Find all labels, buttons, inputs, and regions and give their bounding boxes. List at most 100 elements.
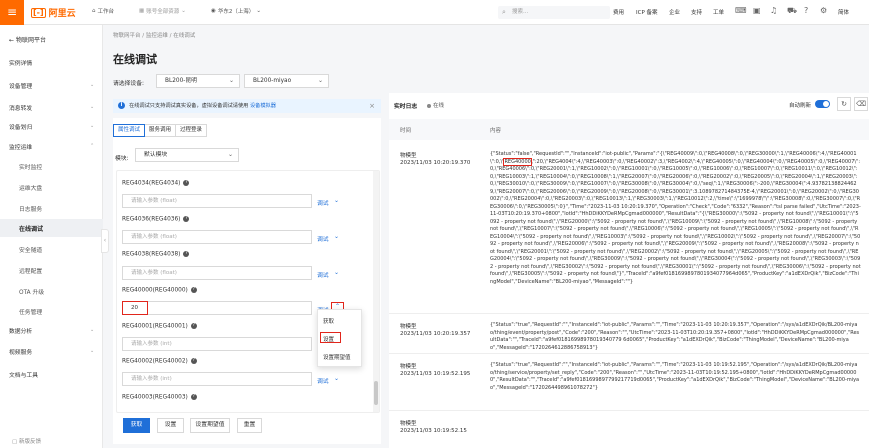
hamburger-menu-icon[interactable]: ≡ [0, 0, 24, 25]
dropdown-item-set-desired[interactable]: 设置期望值 [323, 353, 351, 361]
help-icon[interactable]: ? [190, 358, 197, 364]
terminal-icon[interactable]: ⌨ [735, 6, 747, 15]
sidebar-item-monitor[interactable]: 监控运维 [9, 142, 32, 151]
help-icon[interactable]: ? [183, 216, 190, 222]
screen-icon[interactable]: ▣ [753, 6, 761, 15]
help-icon[interactable]: ? [190, 323, 197, 329]
sidebar-item-debug[interactable]: 在线调试 [0, 219, 103, 237]
sidebar-item-dashboard[interactable]: 运维大盘 [19, 183, 42, 192]
log-content: {"Status":"true","RequestId":"","Instanc… [490, 322, 860, 351]
log-title: 实时日志 [394, 104, 418, 110]
field-input[interactable]: 请输入参数 (float) [122, 266, 312, 280]
region-select[interactable]: ◉ 华东2（上海） ⌄ [211, 7, 261, 15]
field-input[interactable]: 请输入参数 (int) [122, 372, 312, 386]
log-type: 物模型 [400, 364, 417, 370]
field-label: REG4036(REG4036)? [122, 216, 190, 223]
device-select[interactable]: BL200-miyao ⌄ [244, 74, 329, 88]
sidebar-collapse-handle[interactable]: ‹ [101, 229, 109, 253]
sidebar-back-label: 物联网平台 [15, 37, 46, 44]
feedback-icon: ▢ [12, 439, 18, 445]
account-scope-label: 账号全部资源 [146, 9, 180, 15]
help-icon[interactable]: ? [804, 6, 808, 15]
refresh-icon[interactable]: ↻ [837, 97, 851, 111]
log-row: 物模型 2023/11/03 10:20:19.357 {"Status":"t… [389, 314, 869, 354]
chevron-down-icon: ⌄ [317, 77, 323, 84]
debug-panel: 属性调试 服务调用 过程登录 模块: 默认模块 ⌄ REG4034(REG403… [113, 118, 381, 444]
sidebar-item-instance[interactable]: 实例详情 [9, 58, 32, 67]
product-select[interactable]: BL200-昆明 ⌄ [156, 74, 240, 88]
field-debug-action[interactable]: 调试 [317, 270, 329, 279]
sidebar-item-message[interactable]: 消息转发 [9, 103, 32, 112]
field-label-text: REG4036(REG4036) [122, 216, 181, 223]
close-icon[interactable]: × [369, 99, 375, 113]
dropdown-item-get[interactable]: 获取 [323, 317, 334, 325]
sidebar-item-video[interactable]: 视频服务 [9, 347, 32, 356]
chevron-down-icon[interactable]: ⌄ [334, 375, 339, 382]
field-placeholder: 请输入参数 (int) [131, 376, 172, 382]
global-search-input[interactable]: ⌕ 搜索... [498, 6, 610, 19]
field-input-reg40000[interactable]: 20 [122, 301, 312, 315]
col-content: 内容 [490, 128, 502, 134]
account-scope-select[interactable]: ▦ 账号全部资源 ⌄ [139, 7, 186, 15]
scrollbar-thumb[interactable] [374, 381, 378, 405]
help-icon[interactable]: ? [183, 180, 190, 186]
log-row: 物模型 2023/11/03 10:20:19.370 {"Status":"f… [389, 140, 869, 314]
sidebar-item-tunnel[interactable]: 安全隧道 [19, 245, 42, 254]
tab-process-login[interactable]: 过程登录 [175, 124, 208, 137]
field-input[interactable]: 请输入参数 (float) [122, 230, 312, 244]
device-simulator-link[interactable]: 设备模拟器 [250, 103, 276, 109]
field-input[interactable]: 请输入参数 (int) [122, 337, 312, 351]
field-debug-action[interactable]: 调试 [317, 198, 329, 207]
sidebar-item-realtime[interactable]: 实时监控 [19, 162, 42, 171]
sidebar-item-log[interactable]: 日志服务 [19, 204, 42, 213]
help-icon[interactable]: ? [190, 394, 197, 400]
set-desired-button[interactable]: 设置期望值 [190, 418, 230, 433]
sidebar-item-remote-config[interactable]: 远程配置 [19, 266, 42, 275]
settings-icon[interactable]: ⚙ [820, 6, 827, 15]
workspace-link[interactable]: ⌂ 工作台 [92, 7, 114, 15]
field-debug-action[interactable]: 调试 [317, 376, 329, 385]
topbar-link-support[interactable]: 支持 [691, 8, 702, 16]
log-type: 物模型 [400, 421, 417, 427]
sidebar-item-tasks[interactable]: 任务管理 [19, 307, 42, 316]
sidebar-item-docs[interactable]: 文档与工具 [9, 370, 38, 379]
module-select-value: 默认模块 [144, 152, 168, 158]
field-label: REG4038(REG4038)? [122, 251, 190, 258]
language-switch[interactable]: 简体 [838, 8, 849, 16]
chevron-down-icon[interactable]: ⌄ [334, 233, 339, 240]
sidebar-item-debug-label: 在线调试 [19, 226, 44, 233]
set-button[interactable]: 设置 [157, 418, 184, 433]
chevron-down-icon: ⌄ [227, 151, 233, 158]
topbar-link-ticket[interactable]: 工单 [713, 8, 724, 16]
topbar-link-enterprise[interactable]: 企业 [669, 8, 680, 16]
sidebar-back-link[interactable]: ← 物联网平台 [9, 35, 46, 44]
clear-icon[interactable]: ⌫ [854, 97, 868, 111]
sidebar-item-device-assign[interactable]: 设备划归 [9, 122, 32, 131]
brand-logo[interactable]: [-] 阿里云 [31, 6, 76, 19]
brand-name: 阿里云 [48, 9, 76, 19]
field-debug-action[interactable]: 调试 [317, 234, 329, 243]
form-scrollbar[interactable] [373, 171, 379, 412]
sidebar-item-analytics[interactable]: 数据分析 [9, 326, 32, 335]
auto-refresh-toggle[interactable] [815, 100, 830, 108]
cart-icon[interactable]: ⛟ [787, 6, 797, 16]
field-input[interactable]: 请输入参数 (float) [122, 194, 312, 208]
get-button[interactable]: 获取 [123, 418, 150, 433]
tab-property-debug[interactable]: 属性调试 [113, 124, 146, 137]
chevron-up-icon: ⌃ [90, 143, 95, 149]
feedback-link[interactable]: ▢ 新版反馈 [12, 437, 41, 445]
sidebar-item-device-mgmt[interactable]: 设备管理 [9, 81, 32, 90]
topbar-link-icp[interactable]: ICP 备案 [636, 8, 658, 16]
reset-button[interactable]: 重置 [237, 418, 262, 433]
log-highlight: REG40000 [503, 157, 532, 166]
sidebar-item-ota[interactable]: OTA 升级 [19, 287, 44, 296]
bell-icon[interactable]: ♫ [770, 6, 777, 15]
help-icon[interactable]: ? [190, 287, 197, 293]
dropdown-item-set[interactable]: 设置 [323, 335, 334, 343]
topbar-link-billing[interactable]: 费用 [613, 8, 624, 16]
module-select[interactable]: 默认模块 ⌄ [135, 148, 239, 162]
chevron-down-icon[interactable]: ⌄ [334, 269, 339, 276]
chevron-down-icon[interactable]: ⌄ [334, 197, 339, 204]
help-icon[interactable]: ? [183, 251, 190, 257]
tab-service-call[interactable]: 服务调用 [144, 124, 177, 137]
